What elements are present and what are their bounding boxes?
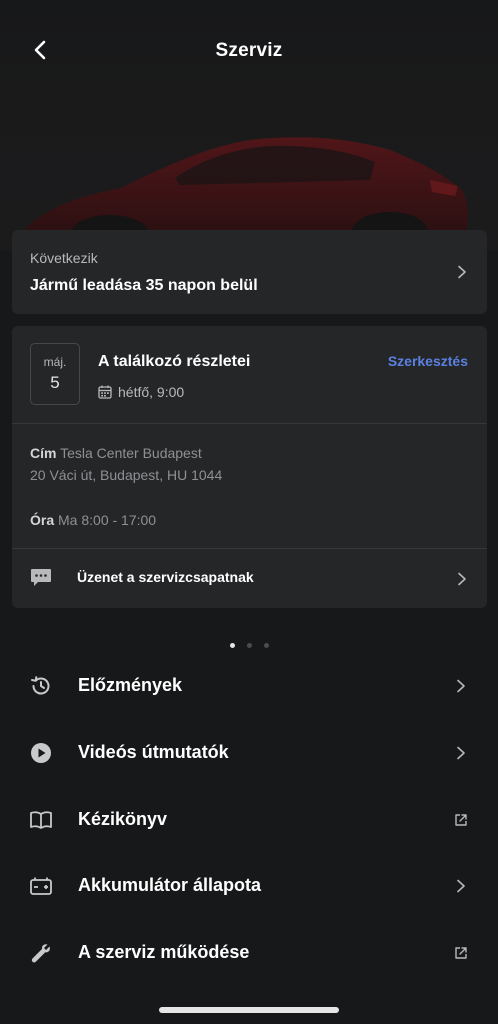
chat-bubble-icon [31,569,51,586]
calendar-icon [98,385,112,399]
pager-dots [0,643,498,648]
address-key: Cím [30,445,57,461]
external-link-icon [455,947,467,959]
home-indicator[interactable] [159,1007,339,1013]
message-label: Üzenet a szervizcsapatnak [77,569,254,585]
back-button[interactable] [24,34,56,66]
menu-item-label: Akkumulátor állapota [78,875,262,895]
appointment-title: A találkozó részletei [98,353,251,370]
page-title: Szerviz [215,40,283,61]
divider [12,423,487,424]
book-icon [30,811,52,829]
menu-item-label: A szerviz működése [78,942,250,962]
pager-dot[interactable] [246,643,252,648]
pager-dot[interactable] [229,643,235,648]
appointment-time-text: hétfő, 9:00 [118,384,185,400]
chevron-right-icon [458,265,466,279]
chevron-right-icon [457,879,465,893]
play-icon [31,743,51,763]
next-label: Következik [30,250,98,266]
address-line-2: 20 Váci út, Budapest, HU 1044 [30,467,223,483]
menu-item-manual[interactable]: Kézikönyv [0,787,498,853]
menu-item-label: Kézikönyv [78,809,168,829]
chevron-right-icon [457,679,465,693]
address-value: Tesla Center Budapest [60,445,202,461]
date-day: 5 [50,373,60,392]
date-badge: máj. 5 [30,343,80,405]
hours-key: Óra [30,512,55,528]
battery-icon [30,877,52,895]
date-month: máj. [43,355,67,369]
hours-line: Óra Ma 8:00 - 17:00 [30,512,156,528]
address-line-1: Cím Tesla Center Budapest [30,445,202,461]
history-icon [31,676,50,695]
next-title: Jármű leadása 35 napon belül [30,277,258,294]
wrench-icon [31,944,50,963]
menu-item-label: Videós útmutatók [78,742,229,762]
menu-item-how-service-works[interactable]: A szerviz működése [0,920,498,986]
edit-button[interactable]: Szerkesztés [388,353,468,369]
pager-dot[interactable] [263,643,269,648]
chevron-left-icon [34,40,46,60]
next-step-card[interactable]: Következik Jármű leadása 35 napon belül [12,230,487,314]
chevron-right-icon [458,572,466,586]
header-bar: Szerviz [0,24,498,78]
appointment-time: hétfő, 9:00 [98,384,184,400]
chevron-right-icon [457,746,465,760]
menu-item-battery[interactable]: Akkumulátor állapota [0,853,498,919]
menu-item-history[interactable]: Előzmények [0,653,498,719]
menu-item-label: Előzmények [78,675,183,695]
menu-item-videos[interactable]: Videós útmutatók [0,720,498,786]
hours-value: Ma 8:00 - 17:00 [58,512,157,528]
message-service-team-button[interactable]: Üzenet a szervizcsapatnak [12,548,487,608]
external-link-icon [455,814,467,826]
appointment-card: máj. 5 A találkozó részletei Szerkesztés… [12,326,487,608]
